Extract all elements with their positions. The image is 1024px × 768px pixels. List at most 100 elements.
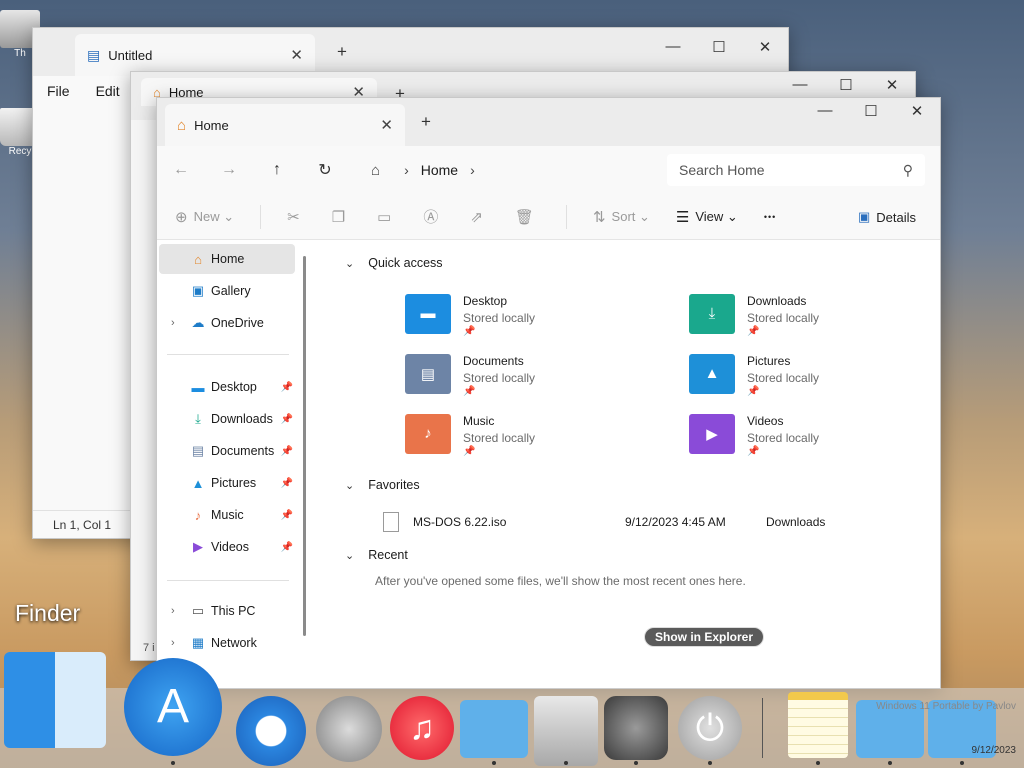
document-icon: ▤: [191, 443, 205, 458]
sidebar-item-onedrive[interactable]: › ☁ OneDrive: [159, 308, 295, 338]
menu-edit[interactable]: Edit: [96, 83, 120, 99]
quick-access-downloads[interactable]: ⤓ Downloads Stored locally 📌: [689, 294, 949, 337]
minimize-button[interactable]: —: [777, 76, 823, 94]
refresh-icon[interactable]: ↻: [301, 160, 349, 180]
quick-access-videos[interactable]: ▶ Videos Stored locally 📌: [689, 414, 949, 457]
desktop-folder-icon: ▬: [405, 294, 451, 334]
new-button[interactable]: ⊕ New ⌄: [175, 208, 234, 226]
folder-name: Desktop: [463, 294, 508, 308]
sidebar-scrollbar[interactable]: [303, 256, 306, 636]
quick-access-pictures[interactable]: ▲ Pictures Stored locally 📌: [689, 354, 949, 397]
tray-date[interactable]: 9/12/2023: [876, 744, 1017, 758]
sidebar-item-label: Network: [211, 636, 257, 650]
music-icon[interactable]: ♫: [390, 696, 454, 760]
notepad-titlebar[interactable]: ▤ Untitled ✕ + — ☐ ✕: [33, 28, 788, 76]
sidebar-item-pictures[interactable]: ▲ Pictures 📌: [159, 468, 295, 498]
new-tab-button[interactable]: +: [337, 42, 347, 62]
menu-file[interactable]: File: [47, 83, 70, 99]
favorites-header[interactable]: ⌄ Favorites: [345, 478, 420, 492]
delete-button[interactable]: 🗑: [515, 208, 540, 226]
notepad-tab[interactable]: ▤ Untitled ✕: [75, 34, 315, 76]
pin-icon: 📌: [280, 477, 293, 489]
view-label: View: [695, 209, 724, 224]
paste-button[interactable]: ▭: [377, 208, 397, 226]
quick-access-documents[interactable]: ▤ Documents Stored locally 📌: [405, 354, 665, 397]
app-store-icon[interactable]: A: [124, 658, 222, 756]
view-button[interactable]: ☰ View ⌄: [676, 208, 738, 226]
quick-access-header[interactable]: ⌄ Quick access: [345, 256, 443, 270]
sidebar-item-videos[interactable]: ▶ Videos 📌: [159, 532, 295, 562]
pin-icon: 📌: [463, 446, 476, 457]
close-tab-icon[interactable]: ✕: [290, 46, 303, 64]
gallery-icon: ▣: [191, 283, 205, 298]
mac-pro-icon[interactable]: [534, 696, 598, 766]
minimize-button[interactable]: —: [650, 38, 696, 56]
chevron-right-icon[interactable]: ›: [171, 637, 175, 649]
show-in-explorer-tooltip: Show in Explorer: [644, 627, 765, 647]
minimize-button[interactable]: —: [802, 102, 848, 120]
explorer-tab-home[interactable]: ⌂ Home ✕: [165, 104, 405, 146]
finder-icon[interactable]: [4, 652, 106, 748]
home-icon: ⌂: [194, 251, 202, 267]
sidebar-item-documents[interactable]: ▤ Documents 📌: [159, 436, 295, 466]
sidebar-item-gallery[interactable]: ▣ Gallery: [159, 276, 295, 306]
safari-icon[interactable]: [236, 696, 306, 766]
quick-access-music[interactable]: ♪ Music Stored locally 📌: [405, 414, 665, 457]
notepad-tab-title: Untitled: [108, 47, 153, 63]
sidebar-item-network[interactable]: › ▦ Network: [159, 628, 295, 658]
chevron-right-icon[interactable]: ›: [171, 317, 175, 329]
folder-status: Stored locally: [463, 431, 536, 445]
more-options-button[interactable]: •••: [764, 212, 776, 222]
maximize-button[interactable]: ☐: [696, 38, 742, 56]
pin-icon: 📌: [280, 413, 293, 425]
close-button[interactable]: ✕: [894, 102, 940, 120]
close-tab-icon[interactable]: ✕: [380, 116, 393, 134]
up-arrow-icon[interactable]: ↑: [253, 161, 301, 179]
details-button[interactable]: ▣ Details: [858, 209, 916, 225]
chevron-right-icon[interactable]: ›: [171, 605, 175, 617]
folder-status: Stored locally: [747, 371, 820, 385]
library-folder-icon[interactable]: [460, 700, 528, 758]
launchpad-icon[interactable]: [316, 696, 382, 762]
music-folder-icon: ♪: [405, 414, 451, 454]
maximize-button[interactable]: ☐: [848, 102, 894, 120]
power-icon[interactable]: ⏻: [678, 696, 742, 760]
system-preferences-icon[interactable]: [604, 696, 668, 760]
close-button[interactable]: ✕: [742, 38, 788, 56]
copy-button[interactable]: ❐: [332, 208, 351, 226]
maximize-button[interactable]: ☐: [823, 76, 869, 94]
sidebar-item-this-pc[interactable]: › ▭ This PC: [159, 596, 295, 626]
close-button[interactable]: ✕: [869, 76, 915, 94]
chevron-right-icon[interactable]: ›: [470, 162, 475, 178]
rename-button[interactable]: Ⓐ: [423, 206, 444, 227]
favorites-file-row[interactable]: MS-DOS 6.22.iso 9/12/2023 4:45 AM Downlo…: [383, 512, 883, 532]
running-indicator: [708, 761, 712, 765]
sidebar-item-label: Downloads: [211, 412, 273, 426]
sidebar-item-downloads[interactable]: ⤓ Downloads 📌: [159, 404, 295, 434]
navigation-bar: ← → ↑ ↻ ⌂ › Home › Search Home ⚲: [157, 146, 940, 194]
search-input[interactable]: Search Home ⚲: [667, 154, 925, 186]
back-arrow-icon[interactable]: ←: [157, 161, 205, 179]
navigation-pane: ⌂ Home ▣ Gallery › ☁ OneDrive ▬ Desktop 📌 ⤓ Do…: [157, 244, 307, 688]
running-indicator: [492, 761, 496, 765]
sidebar-item-desktop[interactable]: ▬ Desktop 📌: [159, 372, 295, 402]
sidebar-item-home[interactable]: ⌂ Home: [159, 244, 295, 274]
documents-folder-icon: ▤: [405, 354, 451, 394]
quick-access-desktop[interactable]: ▬ Desktop Stored locally 📌: [405, 294, 665, 337]
address-bar[interactable]: ⌂ › Home ›: [357, 154, 657, 186]
recent-header[interactable]: ⌄ Recent: [345, 548, 408, 562]
breadcrumb-home[interactable]: Home: [421, 162, 458, 178]
chevron-down-icon: ⌄: [345, 549, 355, 562]
new-tab-button[interactable]: +: [421, 112, 431, 132]
notes-icon[interactable]: [788, 692, 848, 758]
sort-button[interactable]: ⇅ Sort ⌄: [593, 208, 650, 226]
pin-icon: 📌: [463, 326, 476, 337]
system-tray: Windows 11 Portable by Pavlov 9/12/2023: [876, 700, 1016, 758]
share-button[interactable]: ⇗: [470, 208, 489, 226]
pin-icon: 📌: [280, 445, 293, 457]
sidebar-item-music[interactable]: ♪ Music 📌: [159, 500, 295, 530]
sidebar-item-label: Music: [211, 508, 244, 522]
cut-button[interactable]: ✂: [287, 208, 306, 226]
forward-arrow-icon[interactable]: →: [205, 161, 253, 179]
explorer-titlebar[interactable]: ⌂ Home ✕ + — ☐ ✕: [157, 98, 940, 146]
